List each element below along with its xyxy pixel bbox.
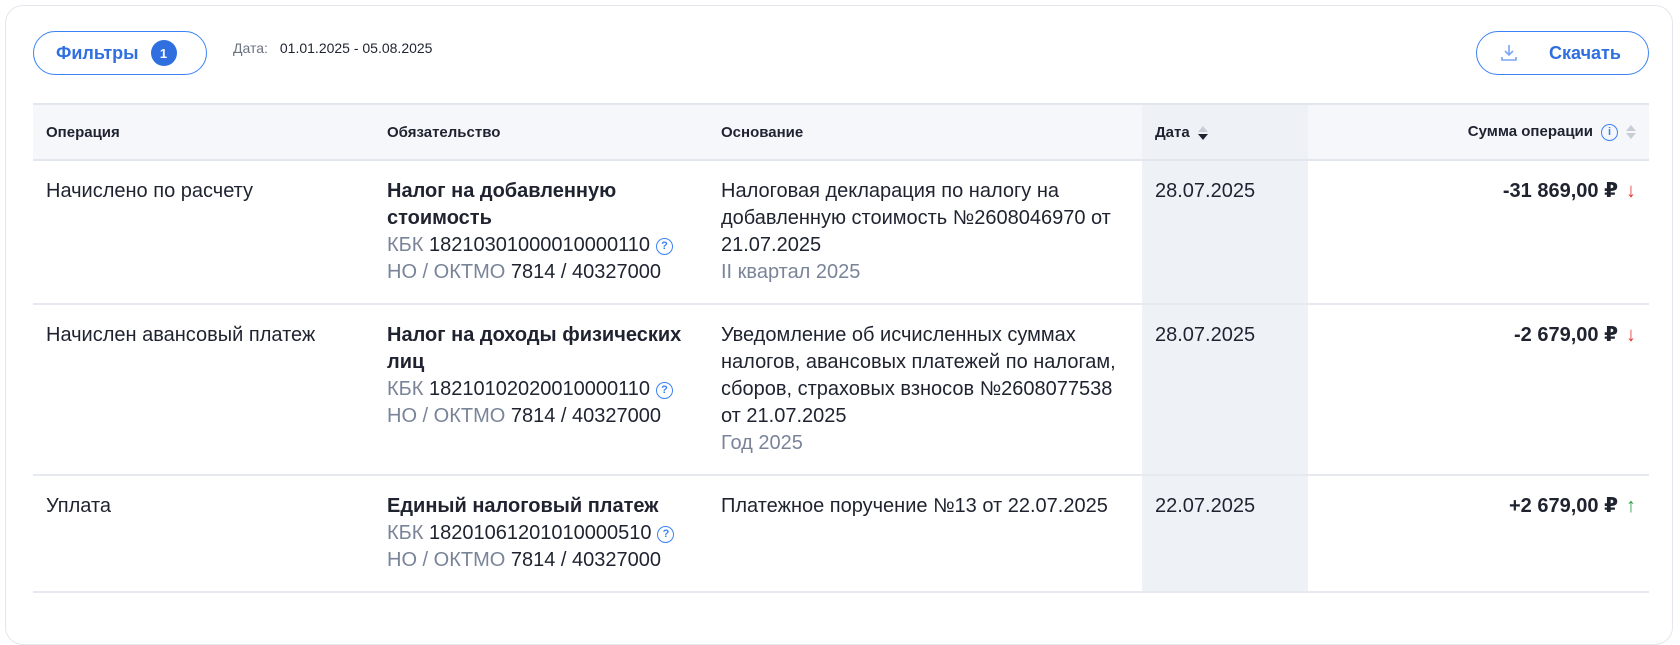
obligation-cell: Единый налоговый платеж КБК 182010612010… (374, 475, 708, 593)
sort-desc-icon[interactable] (1197, 125, 1208, 140)
help-icon[interactable]: ? (655, 238, 673, 255)
sort-icon[interactable] (1626, 125, 1636, 140)
header-obligation: Обязательство (374, 103, 708, 161)
table-row[interactable]: Начислен авансовый платеж Налог на доход… (33, 304, 1649, 476)
basis-cell: Уведомление об исчисленных суммах налого… (708, 304, 1142, 476)
no-oktmo-line: НО / ОКТМО 7814 / 40327000 (387, 259, 695, 286)
operation-cell: Начислено по расчету (33, 160, 374, 305)
kbk-label: КБК (387, 378, 424, 400)
amount-cell: -31 869,00 ₽ ↓ (1308, 160, 1649, 305)
basis-cell: Налоговая декларация по налогу на добавл… (708, 160, 1142, 305)
no-oktmo-value: 7814 / 40327000 (510, 405, 662, 427)
direction-arrow-icon: ↓ (1626, 324, 1636, 346)
kbk-value: 18201061201010000510 (429, 522, 652, 544)
info-icon[interactable]: i (1601, 123, 1618, 141)
basis-text: Налоговая декларация по налогу на добавл… (721, 180, 1111, 256)
operation-cell: Начислен авансовый платеж (33, 304, 374, 476)
no-oktmo-line: НО / ОКТМО 7814 / 40327000 (387, 403, 695, 430)
no-oktmo-value: 7814 / 40327000 (510, 549, 662, 571)
header-basis: Основание (708, 103, 1142, 161)
no-oktmo-label: НО / ОКТМО (387, 405, 506, 427)
header-amount-label: Сумма операции (1467, 123, 1593, 141)
header-operation: Операция (33, 103, 374, 161)
table-header: Операция Обязательство Основание Дата Су… (33, 103, 1649, 161)
kbk-label: КБК (387, 522, 424, 544)
help-icon[interactable]: ? (655, 382, 673, 399)
kbk-line: КБК 18210102020010000110? (387, 376, 695, 403)
kbk-line: КБК 18201061201010000510? (387, 520, 695, 547)
table-row[interactable]: Начислено по расчету Налог на добавленну… (33, 160, 1649, 305)
operations-card: Фильтры 1 Дата: 01.01.2025 - 05.08.2025 С… (5, 5, 1673, 645)
basis-text: Платежное поручение №13 от 22.07.2025 (721, 495, 1108, 517)
date-cell: 28.07.2025 (1142, 160, 1308, 305)
kbk-value: 18210301000010000110 (429, 234, 650, 256)
date-filter-summary: Дата: 01.01.2025 - 05.08.2025 (233, 40, 432, 56)
download-button[interactable]: Скачать (1476, 31, 1649, 75)
help-icon[interactable]: ? (657, 526, 675, 543)
basis-period: Год 2025 (721, 432, 803, 454)
download-icon (1501, 45, 1517, 61)
obligation-name: Единый налоговый платеж (387, 495, 659, 517)
date-cell: 28.07.2025 (1142, 304, 1308, 476)
filters-count-badge: 1 (150, 40, 177, 66)
basis-cell: Платежное поручение №13 от 22.07.2025 (708, 475, 1142, 593)
download-label: Скачать (1549, 42, 1621, 63)
basis-text: Уведомление об исчисленных суммах налого… (721, 324, 1116, 427)
no-oktmo-line: НО / ОКТМО 7814 / 40327000 (387, 547, 695, 574)
direction-arrow-icon: ↓ (1626, 180, 1636, 202)
kbk-label: КБК (387, 234, 424, 256)
no-oktmo-label: НО / ОКТМО (387, 549, 506, 571)
operation-cell: Уплата (33, 475, 374, 593)
header-date[interactable]: Дата (1142, 103, 1308, 161)
operations-table: Операция Обязательство Основание Дата Су… (33, 103, 1649, 593)
filters-button[interactable]: Фильтры 1 (33, 31, 207, 75)
header-date-label: Дата (1155, 123, 1190, 141)
kbk-line: КБК 18210301000010000110? (387, 232, 695, 259)
header-amount[interactable]: Сумма операции i (1308, 103, 1649, 161)
obligation-name: Налог на доходы физических лиц (387, 324, 682, 373)
kbk-value: 18210102020010000110 (429, 378, 650, 400)
table-row[interactable]: Уплата Единый налоговый платеж КБК 18201… (33, 475, 1649, 593)
no-oktmo-label: НО / ОКТМО (387, 261, 506, 283)
no-oktmo-value: 7814 / 40327000 (510, 261, 662, 283)
amount-value: +2 679,00 ₽ (1508, 495, 1618, 517)
amount-cell: +2 679,00 ₽ ↑ (1308, 475, 1649, 593)
obligation-name: Налог на добавленную стоимость (387, 180, 617, 229)
amount-value: -2 679,00 ₽ (1514, 324, 1618, 346)
obligation-cell: Налог на доходы физических лиц КБК 18210… (374, 304, 708, 476)
date-label: Дата: (233, 40, 268, 56)
obligation-cell: Налог на добавленную стоимость КБК 18210… (374, 160, 708, 305)
amount-value: -31 869,00 ₽ (1502, 180, 1618, 202)
filters-label: Фильтры (56, 42, 139, 63)
basis-period: II квартал 2025 (721, 261, 861, 283)
amount-cell: -2 679,00 ₽ ↓ (1308, 304, 1649, 476)
date-cell: 22.07.2025 (1142, 475, 1308, 593)
date-range: 01.01.2025 - 05.08.2025 (279, 40, 433, 56)
direction-arrow-icon: ↑ (1626, 495, 1636, 517)
